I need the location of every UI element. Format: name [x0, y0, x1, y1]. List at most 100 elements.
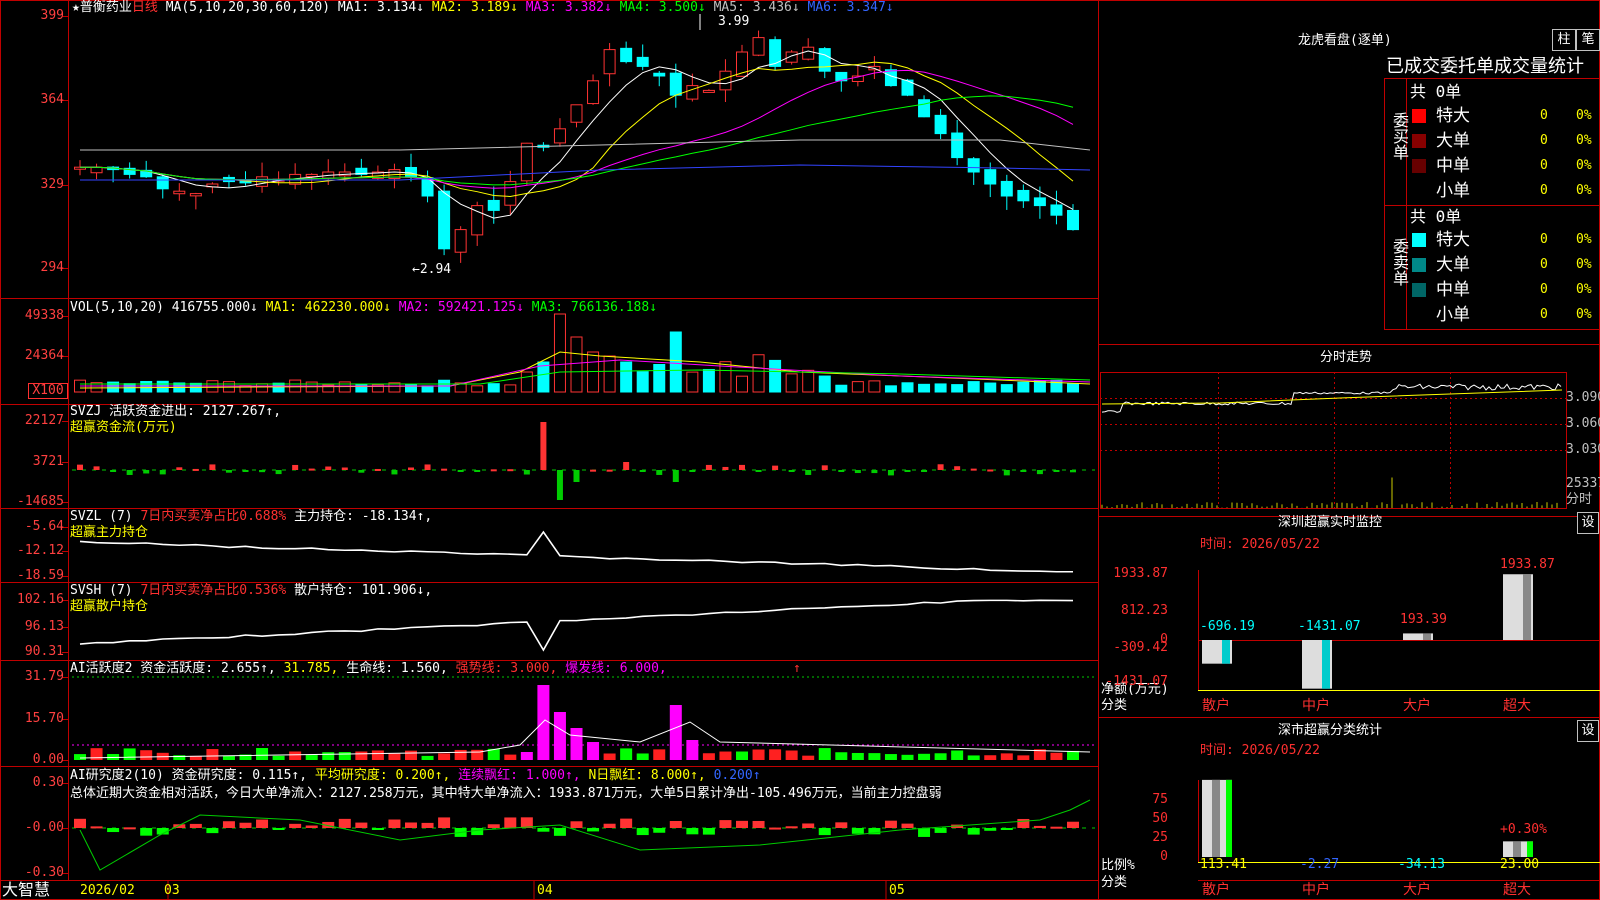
volume-bar — [702, 368, 715, 393]
sz-monitor-title: 深圳超赢实时监控 — [1278, 515, 1383, 530]
ma5-line — [80, 139, 1091, 151]
ai2-bar — [785, 750, 798, 760]
ai2-bar — [1067, 750, 1079, 760]
candle-body — [520, 142, 533, 182]
air-bar — [702, 828, 715, 835]
ai2-strong: 强势线: 3.000, — [455, 661, 558, 676]
svzj-bar — [590, 469, 597, 472]
svzj-bar — [904, 470, 911, 472]
candle-body — [405, 166, 417, 178]
sell-side-label: 委卖单 — [1390, 238, 1409, 286]
svzj-bar — [143, 470, 150, 474]
tick-mode-button[interactable]: 笔 — [1576, 29, 1600, 51]
candle-body — [620, 47, 633, 63]
volume-bar — [835, 384, 848, 393]
air-bar — [802, 823, 815, 828]
fenshi-tick-1: 3.060 — [1566, 416, 1600, 431]
candle-body — [1067, 209, 1079, 231]
svzj-bar — [341, 467, 348, 470]
yaxis-tick: 329 — [40, 177, 64, 192]
air-cont: 连续飘红: 1.000↑, — [458, 768, 581, 783]
candle-body — [951, 132, 964, 159]
chart-canvas — [0, 0, 1600, 900]
air-n: N日飘红: 8.000↑, — [588, 768, 706, 783]
ai2-bar — [802, 755, 815, 760]
buy-row-name: 中单 — [1436, 156, 1470, 176]
volume-bar — [901, 382, 914, 393]
svzj-bar — [408, 467, 414, 470]
candle-body — [438, 190, 451, 250]
stock-name: 普衡药业 — [79, 0, 132, 15]
ai2-bar — [1017, 755, 1030, 760]
candle-body — [636, 56, 649, 67]
svsh-label: SVSH (7) — [70, 583, 133, 598]
sz-monitor-settings-button[interactable]: 设 — [1577, 512, 1599, 534]
svzj-bar — [672, 470, 679, 482]
stats-bar-sanhu-shade — [1212, 779, 1220, 857]
svzl-sub: 超赢主力持仓 — [70, 525, 149, 540]
ai2-bar — [537, 685, 550, 760]
svzj-bar — [358, 470, 365, 473]
sell-row-value: 0 — [1540, 307, 1548, 322]
svzj-bar — [573, 470, 580, 482]
xaxis-label-2: 04 — [537, 883, 553, 898]
svzj-bar — [259, 470, 266, 473]
sell-0-color-swatch — [1412, 233, 1426, 247]
yaxis-tick: -0.00 — [24, 820, 64, 835]
sz-stats-settings-button[interactable]: 设 — [1577, 720, 1599, 742]
volume-bar — [553, 313, 566, 393]
star-icon[interactable]: ★ — [72, 0, 80, 15]
vol-ma2: MA2: 592421.125↓ — [398, 300, 524, 315]
svzj-header: SVZJ 活跃资金进出: 2127.267↑, — [70, 404, 282, 419]
sell-total: 共 0单 — [1410, 207, 1462, 226]
vol-unit-badge[interactable]: X100 — [28, 383, 68, 399]
candle-body — [669, 72, 682, 96]
air-bar — [553, 828, 566, 836]
air-bar — [338, 818, 351, 828]
high-price-label: 3.99 — [718, 14, 750, 29]
air-bar — [140, 828, 153, 836]
air-bar — [1000, 828, 1013, 830]
ma6-value: MA6: 3.347↓ — [807, 0, 894, 15]
air-bar — [537, 828, 550, 832]
svzj-bar — [457, 470, 464, 472]
volume-bar — [1067, 383, 1079, 393]
svsh-header: SVSH (7) 7日内买卖净占比0.536% 散户持仓: 101.906↓, — [70, 583, 432, 599]
svzj-bar — [970, 468, 977, 471]
sz-stats-bar-label: 23.00 — [1500, 857, 1540, 872]
ai2-bar — [553, 712, 566, 760]
sz-monitor-category: 散户 — [1202, 698, 1230, 714]
ai2-bar — [603, 753, 616, 760]
volume-bar — [736, 375, 748, 393]
ai2-bar — [256, 748, 269, 760]
vol-ma3: MA3: 766136.188↓ — [531, 300, 658, 315]
period-label[interactable]: 日线 — [132, 0, 158, 15]
vol-ma1: MA1: 462230.000↓ — [265, 300, 391, 315]
volume-bar — [802, 369, 815, 393]
bar-mode-button[interactable]: 柱 — [1552, 29, 1576, 51]
candle-body — [918, 99, 931, 118]
air-label: AI研究度2(10) 资金研究度: 0.115↑, — [70, 768, 308, 783]
buy-2-color-swatch — [1412, 159, 1426, 173]
svzj-bar — [887, 470, 894, 476]
candle-body — [1033, 197, 1046, 207]
sell-row-pct: 0% — [1576, 257, 1592, 272]
ma2-value: MA2: 3.189↓ — [431, 0, 518, 15]
svsh-line — [79, 599, 1074, 652]
ai2-mark: ↑ — [793, 661, 801, 676]
monitor-bar-dahu-shade — [1423, 633, 1431, 640]
ai2-label: AI活跃度2 资金活跃度: 2.655↑, — [70, 661, 276, 676]
yaxis-tick: -14685 — [17, 494, 64, 509]
svzj-bar — [292, 464, 299, 470]
yaxis-tick: 31.79 — [24, 669, 64, 684]
air-avg: 平均研究度: 0.200↑, — [314, 768, 451, 783]
svzj-bar — [523, 470, 530, 475]
volume-bar — [620, 361, 633, 393]
volume-bar — [504, 384, 517, 393]
air-bar — [686, 828, 699, 835]
svzj-bar — [325, 466, 332, 470]
svzj-bar — [490, 469, 497, 472]
yaxis-tick: 0.00 — [32, 752, 64, 767]
sz-monitor-ytick: -309.42 — [1113, 640, 1168, 655]
svzj-bar — [242, 470, 249, 472]
